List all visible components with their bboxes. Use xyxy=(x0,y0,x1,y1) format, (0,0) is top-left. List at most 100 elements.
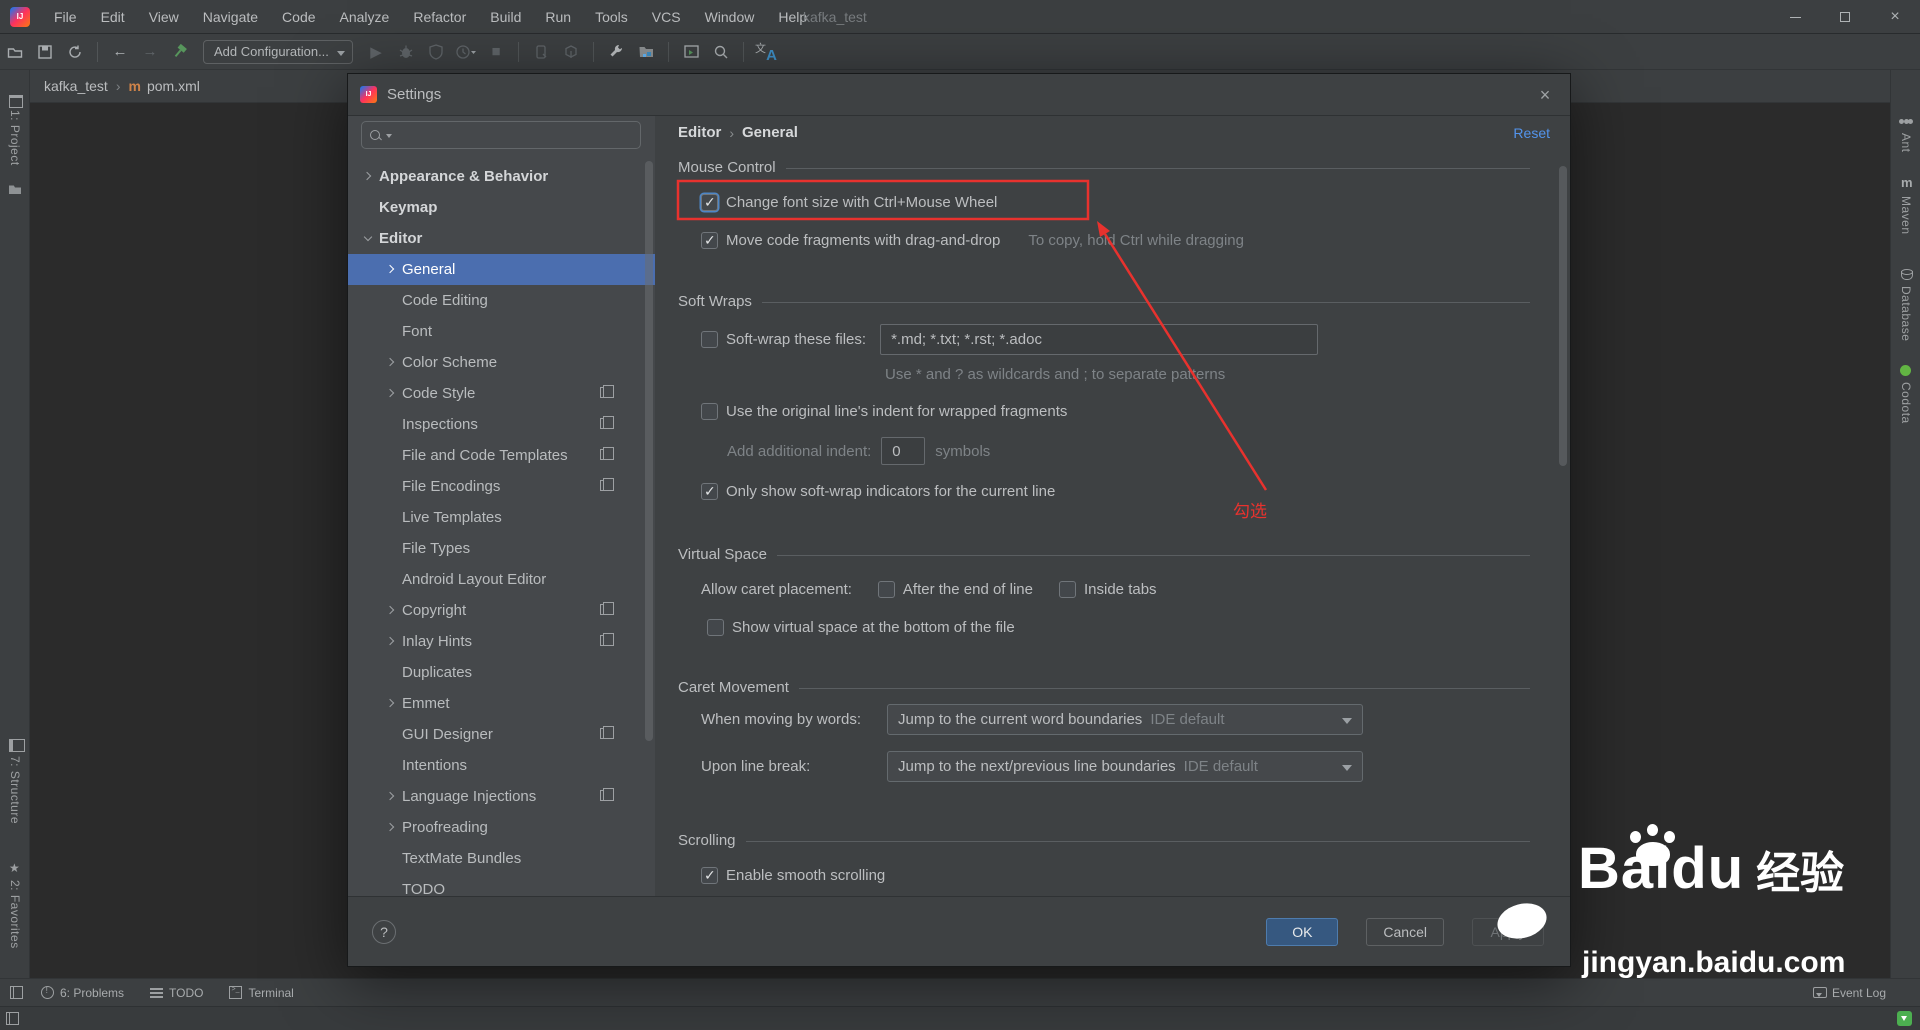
maximize-button[interactable] xyxy=(1820,0,1870,34)
tree-item-inlay-hints[interactable]: Inlay Hints xyxy=(348,626,655,657)
additional-indent-input[interactable]: 0 xyxy=(881,437,926,465)
settings-search-input[interactable] xyxy=(361,121,641,149)
chevron-right-icon[interactable] xyxy=(385,698,397,710)
original-indent-label[interactable]: Use the original line's indent for wrapp… xyxy=(726,403,1067,420)
run-anything-button[interactable] xyxy=(678,39,704,65)
change-font-size-label[interactable]: Change font size with Ctrl+Mouse Wheel xyxy=(726,194,997,211)
menu-file[interactable]: File xyxy=(42,0,89,34)
tool-stripe-codota[interactable]: Codota xyxy=(1891,364,1920,424)
tree-item-appearance-behavior[interactable]: Appearance & Behavior xyxy=(348,161,655,192)
sync-button[interactable] xyxy=(62,39,88,65)
tree-item-intentions[interactable]: Intentions xyxy=(348,750,655,781)
todo-tool-button[interactable]: TODO xyxy=(150,986,203,1000)
tree-item-code-style[interactable]: Code Style xyxy=(348,378,655,409)
moving-by-words-select[interactable]: Jump to the current word boundaries IDE … xyxy=(887,704,1363,735)
tree-item-editor[interactable]: Editor xyxy=(348,223,655,254)
tree-item-language-injections[interactable]: Language Injections xyxy=(348,781,655,812)
change-font-size-checkbox[interactable] xyxy=(701,194,718,211)
tool-stripe-ant[interactable]: Ant xyxy=(1891,115,1920,153)
toolwindow-toggle-icon[interactable] xyxy=(6,1012,19,1025)
content-scrollbar[interactable] xyxy=(1559,166,1567,466)
deploy-artifact-button[interactable] xyxy=(558,39,584,65)
tool-stripe-maven[interactable]: Maven xyxy=(1891,175,1920,235)
soft-wrap-files-checkbox[interactable] xyxy=(701,331,718,348)
tool-stripe-2-favorites[interactable]: 2: Favorites xyxy=(0,861,30,949)
project-structure-button[interactable] xyxy=(633,39,659,65)
breadcrumb-project[interactable]: kafka_test xyxy=(44,78,108,94)
build-project-button[interactable] xyxy=(167,39,193,65)
menu-code[interactable]: Code xyxy=(270,0,327,34)
menu-edit[interactable]: Edit xyxy=(89,0,137,34)
debug-button[interactable] xyxy=(393,39,419,65)
menu-tools[interactable]: Tools xyxy=(583,0,640,34)
menu-refactor[interactable]: Refactor xyxy=(401,0,478,34)
chevron-right-icon[interactable] xyxy=(385,605,397,617)
terminal-tool-button[interactable]: Terminal xyxy=(229,986,294,1000)
tree-item-font[interactable]: Font xyxy=(348,316,655,347)
settings-button[interactable] xyxy=(603,39,629,65)
virtual-space-bottom-checkbox[interactable] xyxy=(707,619,724,636)
project-folder-icon[interactable] xyxy=(8,182,22,196)
menu-build[interactable]: Build xyxy=(478,0,533,34)
settings-close-button[interactable]: × xyxy=(1534,84,1556,106)
open-folder-button[interactable] xyxy=(2,39,28,65)
search-everywhere-button[interactable] xyxy=(708,39,734,65)
tree-item-emmet[interactable]: Emmet xyxy=(348,688,655,719)
tree-item-copyright[interactable]: Copyright xyxy=(348,595,655,626)
tree-item-android-layout-editor[interactable]: Android Layout Editor xyxy=(348,564,655,595)
profiler-button[interactable] xyxy=(453,39,479,65)
coverage-button[interactable] xyxy=(423,39,449,65)
attach-device-button[interactable] xyxy=(528,39,554,65)
menu-analyze[interactable]: Analyze xyxy=(328,0,402,34)
stop-button[interactable]: ■ xyxy=(483,39,509,65)
cancel-button[interactable]: Cancel xyxy=(1366,917,1444,946)
chevron-right-icon[interactable] xyxy=(385,357,397,369)
tool-stripe-database[interactable]: Database xyxy=(1891,268,1920,341)
tree-scrollbar[interactable] xyxy=(645,161,653,741)
chevron-right-icon[interactable] xyxy=(385,822,397,834)
chevron-right-icon[interactable] xyxy=(385,264,397,276)
smooth-scrolling-checkbox[interactable] xyxy=(701,867,718,884)
translate-button[interactable]: 文A xyxy=(753,39,779,65)
after-end-of-line-label[interactable]: After the end of line xyxy=(903,581,1033,598)
tree-item-inspections[interactable]: Inspections xyxy=(348,409,655,440)
tree-item-code-editing[interactable]: Code Editing xyxy=(348,285,655,316)
inside-tabs-checkbox[interactable] xyxy=(1059,581,1076,598)
chevron-right-icon[interactable] xyxy=(385,636,397,648)
move-code-fragments-label[interactable]: Move code fragments with drag-and-drop xyxy=(726,232,1000,249)
menu-run[interactable]: Run xyxy=(533,0,583,34)
breadcrumb-file[interactable]: pom.xml xyxy=(147,78,200,94)
forward-button[interactable]: → xyxy=(137,39,163,65)
soft-wrap-files-label[interactable]: Soft-wrap these files: xyxy=(726,331,866,348)
chevron-right-icon[interactable] xyxy=(385,791,397,803)
soft-wrap-indicators-checkbox[interactable] xyxy=(701,483,718,500)
soft-wrap-files-input[interactable]: *.md; *.txt; *.rst; *.adoc xyxy=(880,324,1319,355)
menu-window[interactable]: Window xyxy=(693,0,767,34)
virtual-space-bottom-label[interactable]: Show virtual space at the bottom of the … xyxy=(732,619,1015,636)
after-end-of-line-checkbox[interactable] xyxy=(877,581,895,598)
tool-stripe-7-structure[interactable]: 7: Structure xyxy=(0,738,30,824)
chevron-right-icon[interactable] xyxy=(385,388,397,400)
problems-tool-button[interactable]: 6: Problems xyxy=(41,985,124,1000)
reset-link[interactable]: Reset xyxy=(1513,125,1550,141)
tree-item-file-encodings[interactable]: File Encodings xyxy=(348,471,655,502)
run-configuration-combo[interactable]: Add Configuration... xyxy=(203,39,353,64)
back-button[interactable]: ← xyxy=(107,39,133,65)
smooth-scrolling-label[interactable]: Enable smooth scrolling xyxy=(726,867,885,884)
tree-item-general[interactable]: General xyxy=(348,254,655,285)
soft-wrap-indicators-label[interactable]: Only show soft-wrap indicators for the c… xyxy=(726,483,1055,500)
tree-item-textmate-bundles[interactable]: TextMate Bundles xyxy=(348,843,655,874)
settings-breadcrumb-section[interactable]: Editor xyxy=(678,124,721,141)
menu-view[interactable]: View xyxy=(137,0,191,34)
tree-item-todo[interactable]: TODO xyxy=(348,874,655,896)
update-available-icon[interactable] xyxy=(1897,1011,1912,1026)
original-indent-checkbox[interactable] xyxy=(701,403,718,420)
tree-item-keymap[interactable]: Keymap xyxy=(348,192,655,223)
tree-item-file-and-code-templates[interactable]: File and Code Templates xyxy=(348,440,655,471)
tree-item-gui-designer[interactable]: GUI Designer xyxy=(348,719,655,750)
save-button[interactable] xyxy=(32,39,58,65)
tree-item-live-templates[interactable]: Live Templates xyxy=(348,502,655,533)
menu-navigate[interactable]: Navigate xyxy=(191,0,270,34)
tool-stripe-1-project[interactable]: 1: Project xyxy=(0,92,30,166)
move-code-fragments-checkbox[interactable] xyxy=(701,232,718,249)
